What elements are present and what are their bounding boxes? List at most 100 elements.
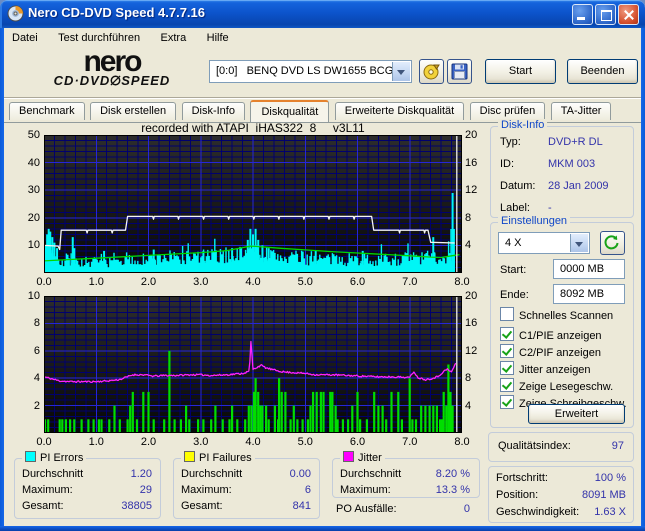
- axis-tick-label: 3.0: [193, 276, 209, 288]
- checkbox-c1-pie[interactable]: C1/PIE anzeigen: [500, 327, 602, 342]
- pif-legend-swatch: [184, 451, 195, 462]
- pif-total-value: 841: [292, 500, 311, 512]
- axis-tick-label: 6: [33, 344, 40, 357]
- pie-total-value: 38805: [121, 500, 152, 512]
- settings-title: Einstellungen: [498, 215, 571, 227]
- disk-datum-value: 28 Jan 2009: [548, 180, 609, 192]
- close-button[interactable]: [618, 4, 639, 25]
- maximize-button[interactable]: [595, 4, 616, 25]
- menu-extra[interactable]: Extra: [153, 29, 195, 44]
- pi-errors-title: PI Errors: [40, 452, 84, 464]
- window-title: Nero CD-DVD Speed 4.7.7.16: [28, 5, 206, 20]
- menu-test-durchfuehren[interactable]: Test durchführen: [50, 29, 148, 44]
- tab-disk-erstellen[interactable]: Disk erstellen: [90, 102, 177, 120]
- window-border: [0, 526, 645, 531]
- axis-tick-label: 50: [27, 129, 40, 141]
- title-bar[interactable]: Nero CD-DVD Speed 4.7.7.16: [0, 0, 645, 28]
- start-field[interactable]: 0000 MB: [553, 259, 625, 279]
- speed-select-dropdown-button[interactable]: [570, 234, 588, 252]
- pif-chart-plot: [44, 296, 462, 433]
- disk-info-title: Disk-Info: [498, 119, 548, 131]
- pie-legend-swatch: [25, 451, 36, 462]
- axis-tick-label: 0.0: [36, 276, 52, 288]
- nero-logo-text: nero: [83, 45, 142, 78]
- start-field-label: Start:: [500, 264, 527, 276]
- save-icon: [451, 63, 468, 80]
- end-field[interactable]: 8092 MB: [553, 284, 625, 304]
- eject-button[interactable]: [419, 59, 444, 84]
- tab-benchmark[interactable]: Benchmark: [9, 102, 85, 120]
- axis-tick-label: 10: [27, 239, 40, 252]
- start-button[interactable]: Start: [485, 59, 556, 84]
- axis-tick-label: 4: [465, 399, 472, 412]
- tab-disk-info[interactable]: Disk-Info: [181, 102, 245, 120]
- app-window: Nero CD-DVD Speed 4.7.7.16 Datei Test du…: [0, 0, 645, 531]
- drive-select-dropdown-button[interactable]: [392, 62, 410, 81]
- checkbox-box: [500, 378, 514, 392]
- speed-select[interactable]: 4 X: [498, 232, 590, 254]
- tab-ta-jitter[interactable]: TA-Jitter: [550, 102, 612, 120]
- pie-x-axis: 0.0 1.0 2.0 3.0 4.0 5.0 6.0 7.0 8.0: [36, 276, 469, 290]
- eject-disc-icon: [423, 64, 440, 80]
- toolbar: nero CD·DVD SPEED [0:0] BENQ DVD LS DW165…: [4, 45, 641, 98]
- cddvdspeed-logo-text: CD·DVD SPEED: [53, 73, 171, 88]
- pif-right-axis: 20 16 12 8 4: [465, 290, 489, 433]
- pif-avg-value: 0.00: [289, 468, 311, 480]
- tab-disc-pruefen[interactable]: Disc prüfen: [469, 102, 546, 120]
- end-field-label: Ende:: [500, 289, 529, 301]
- axis-tick-label: 12: [465, 344, 478, 357]
- checkbox-box: [500, 361, 514, 375]
- jitter-title: Jitter: [358, 452, 382, 464]
- minimize-button[interactable]: [572, 4, 593, 25]
- advanced-button[interactable]: Erweitert: [528, 404, 625, 424]
- axis-tick-label: 4.0: [245, 436, 261, 448]
- axis-tick-label: 8: [465, 372, 472, 385]
- checkbox-c2-pif[interactable]: C2/PIF anzeigen: [500, 344, 601, 359]
- pif-left-axis: 10 8 6 4 2: [16, 290, 40, 433]
- window-border: [641, 28, 645, 531]
- window-border: [0, 28, 4, 531]
- progress-label: Fortschritt:: [496, 472, 548, 484]
- axis-tick-label: 10: [27, 290, 40, 302]
- axis-tick-label: 4: [33, 372, 40, 385]
- check-icon: [501, 362, 513, 373]
- axis-tick-label: 8.0: [454, 436, 470, 448]
- jitter-max-value: 13.3 %: [435, 484, 470, 496]
- axis-tick-label: 16: [465, 156, 478, 169]
- menu-hilfe[interactable]: Hilfe: [199, 29, 237, 44]
- tab-diskqualitaet[interactable]: Diskqualität: [250, 100, 330, 122]
- check-icon: [501, 345, 513, 356]
- axis-tick-label: 1.0: [88, 436, 104, 448]
- checkbox-schnelles-scannen[interactable]: Schnelles Scannen: [500, 307, 613, 322]
- menu-datei[interactable]: Datei: [4, 29, 46, 44]
- checkbox-box: [500, 344, 514, 358]
- axis-tick-label: 2: [33, 399, 40, 412]
- tab-erweiterte-diskqualitaet[interactable]: Erweiterte Diskqualität: [334, 102, 465, 120]
- axis-tick-label: 7.0: [402, 276, 418, 288]
- maximize-icon: [601, 10, 612, 21]
- axis-tick-label: 16: [465, 317, 478, 330]
- axis-tick-label: 6.0: [349, 276, 366, 288]
- axis-tick-label: 8: [33, 317, 40, 330]
- check-icon: [501, 396, 513, 407]
- quit-button[interactable]: Beenden: [567, 59, 638, 84]
- check-icon: [501, 328, 513, 339]
- drive-select[interactable]: [0:0] BENQ DVD LS DW1655 BCGB: [209, 60, 412, 83]
- axis-tick-label: 4: [465, 239, 472, 252]
- progress-value: 100 %: [594, 472, 626, 484]
- axis-tick-label: 2.0: [140, 276, 157, 288]
- checkbox-lesegeschw[interactable]: Zeige Lesegeschw.: [500, 378, 613, 393]
- save-button[interactable]: [447, 59, 472, 84]
- minimize-icon: [577, 17, 585, 20]
- axis-tick-label: 20: [27, 211, 40, 224]
- disk-typ-value: DVD+R DL: [548, 136, 603, 148]
- pie-avg-value: 1.20: [130, 468, 152, 480]
- checkbox-jitter[interactable]: Jitter anzeigen: [500, 361, 591, 376]
- disc-glyph-icon: [110, 75, 121, 86]
- axis-tick-label: 5.0: [297, 436, 313, 448]
- axis-tick-label: 8.0: [454, 276, 470, 288]
- refresh-button[interactable]: [600, 231, 625, 255]
- checkbox-box: [500, 307, 514, 321]
- axis-tick-label: 6.0: [349, 436, 366, 448]
- jitter-legend-swatch: [343, 451, 354, 462]
